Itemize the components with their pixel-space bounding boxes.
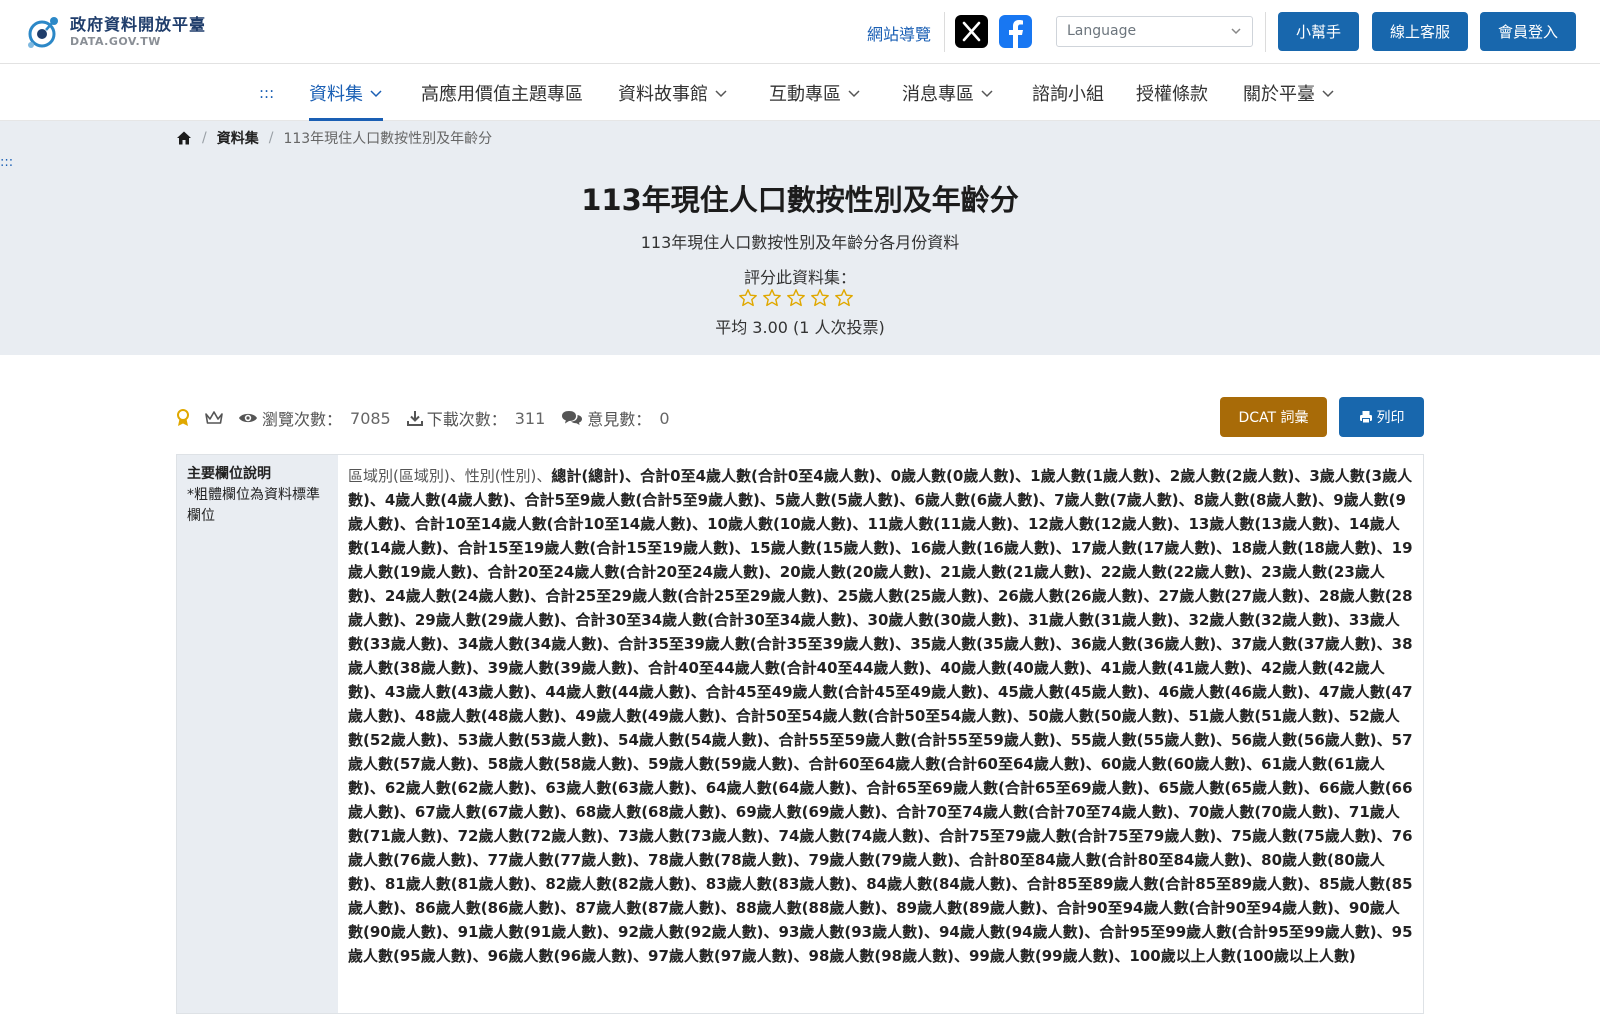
facebook-icon[interactable] bbox=[999, 15, 1032, 48]
breadcrumb-datasets[interactable]: 資料集 bbox=[217, 128, 259, 148]
breadcrumb-separator: / bbox=[268, 130, 274, 146]
nav-item-label: 消息專區 bbox=[902, 84, 974, 105]
field-description-table: 主要欄位說明 *粗體欄位為資料標準欄位 區域別(區域別)、性別(性別)、總計(總… bbox=[176, 454, 1424, 1014]
main-nav: ::: 資料集 高應用價值主題專區 資料故事館 互動專區 消息專區 諮詢小組 授… bbox=[0, 64, 1600, 121]
chevron-down-icon bbox=[981, 90, 993, 98]
comments-count: 0 bbox=[659, 408, 670, 428]
online-service-button[interactable]: 線上客服 bbox=[1372, 12, 1468, 51]
field-header-note: *粗體欄位為資料標準欄位 bbox=[187, 487, 320, 524]
eye-icon bbox=[239, 413, 257, 423]
downloads-label: 下載次數： bbox=[426, 410, 507, 429]
chevron-down-icon bbox=[1231, 28, 1241, 35]
divider bbox=[944, 12, 945, 52]
dataset-description: 113年現住人口數按性別及年齡分各月份資料 bbox=[640, 233, 960, 252]
language-select[interactable]: Language bbox=[1056, 16, 1253, 47]
language-select-value: Language bbox=[1067, 23, 1137, 39]
nav-item-news[interactable]: 消息專區 bbox=[902, 78, 994, 108]
site-map-link[interactable]: 網站導覽 bbox=[867, 21, 931, 45]
nav-item-advisory[interactable]: 諮詢小組 bbox=[1032, 78, 1104, 108]
nav-item-interactive[interactable]: 互動專區 bbox=[769, 78, 861, 108]
field-table-header: 主要欄位說明 *粗體欄位為資料標準欄位 bbox=[177, 455, 338, 1013]
medal-icon bbox=[177, 409, 189, 426]
star-icon[interactable] bbox=[786, 288, 806, 308]
page-title: 113年現住人口數按性別及年齡分 bbox=[581, 183, 1019, 217]
print-button[interactable]: 列印 bbox=[1339, 397, 1424, 437]
nav-item-label: 資料集 bbox=[309, 84, 363, 105]
member-login-button[interactable]: 會員登入 bbox=[1480, 12, 1576, 51]
nav-item-high-value[interactable]: 高應用價值主題專區 bbox=[421, 78, 583, 108]
logo-title: 政府資料開放平臺 bbox=[70, 15, 207, 34]
star-icon[interactable] bbox=[738, 288, 758, 308]
field-list-standard: 總計(總計)、合計0至4歲人數(合計0至4歲人數)、0歲人數(0歲人數)、1歲人… bbox=[348, 467, 1413, 965]
dcat-vocabulary-button[interactable]: DCAT 詞彙 bbox=[1220, 397, 1327, 437]
top-header: 政府資料開放平臺 DATA.GOV.TW 網站導覽 Language 小幫手 線… bbox=[0, 0, 1600, 64]
breadcrumb-separator: / bbox=[202, 130, 207, 146]
downloads-count: 311 bbox=[514, 408, 546, 428]
nav-item-label: 互動專區 bbox=[769, 84, 841, 105]
views-label: 瀏覽次數： bbox=[262, 410, 343, 429]
rating-label: 評分此資料集： bbox=[743, 268, 856, 287]
views-stat: 瀏覽次數： 7085 bbox=[238, 406, 391, 430]
content-accesskey[interactable]: ::: bbox=[0, 155, 13, 170]
breadcrumb: / 資料集 / 113年現住人口數按性別及年齡分 bbox=[176, 128, 492, 148]
star-icon[interactable] bbox=[834, 288, 854, 308]
nav-item-stories[interactable]: 資料故事館 bbox=[618, 78, 728, 108]
comments-stat: 意見數： 0 bbox=[561, 406, 670, 430]
rating-average: 平均 3.00 (1 人次投票) bbox=[715, 318, 885, 337]
field-list-plain: 區域別(區域別)、性別(性別)、 bbox=[348, 467, 552, 485]
chevron-down-icon bbox=[715, 90, 727, 98]
print-icon bbox=[1359, 411, 1372, 424]
views-count: 7085 bbox=[350, 408, 391, 428]
print-label: 列印 bbox=[1376, 410, 1405, 426]
nav-item-datasets[interactable]: 資料集 bbox=[309, 78, 383, 121]
breadcrumb-current: 113年現住人口數按性別及年齡分 bbox=[283, 131, 493, 147]
chevron-down-icon bbox=[370, 90, 382, 98]
crown-icon bbox=[205, 411, 223, 424]
nav-item-label: 授權條款 bbox=[1136, 84, 1208, 105]
rating-stars bbox=[738, 288, 854, 308]
nav-item-label: 關於平臺 bbox=[1243, 84, 1315, 105]
nav-item-about[interactable]: 關於平臺 bbox=[1243, 78, 1335, 108]
comments-label: 意見數： bbox=[587, 410, 652, 429]
home-icon[interactable] bbox=[176, 130, 192, 146]
dataset-hero: ::: / 資料集 / 113年現住人口數按性別及年齡分 113年現住人口數按性… bbox=[0, 121, 1600, 355]
star-icon[interactable] bbox=[810, 288, 830, 308]
dataset-stats: 瀏覽次數： 7085 下載次數： 311 意見數： 0 bbox=[176, 406, 686, 430]
nav-item-label: 資料故事館 bbox=[618, 84, 708, 105]
x-icon[interactable] bbox=[955, 15, 988, 48]
download-icon bbox=[406, 411, 423, 426]
star-icon[interactable] bbox=[762, 288, 782, 308]
chevron-down-icon bbox=[1322, 90, 1334, 98]
field-header-title: 主要欄位說明 bbox=[187, 466, 271, 482]
logo-mark-icon bbox=[28, 17, 58, 48]
chevron-down-icon bbox=[848, 90, 860, 98]
field-list: 區域別(區域別)、性別(性別)、總計(總計)、合計0至4歲人數(合計0至4歲人數… bbox=[338, 455, 1423, 1013]
downloads-stat: 下載次數： 311 bbox=[406, 406, 546, 430]
nav-accesskey[interactable]: ::: bbox=[259, 84, 274, 102]
nav-item-license[interactable]: 授權條款 bbox=[1136, 78, 1208, 108]
divider bbox=[1265, 12, 1266, 52]
nav-item-label: 諮詢小組 bbox=[1032, 84, 1104, 105]
logo-subtitle: DATA.GOV.TW bbox=[70, 35, 161, 48]
nav-item-label: 高應用價值主題專區 bbox=[421, 84, 583, 105]
comments-icon bbox=[562, 411, 583, 425]
helper-button[interactable]: 小幫手 bbox=[1278, 12, 1359, 51]
site-logo[interactable]: 政府資料開放平臺 DATA.GOV.TW bbox=[24, 12, 206, 52]
